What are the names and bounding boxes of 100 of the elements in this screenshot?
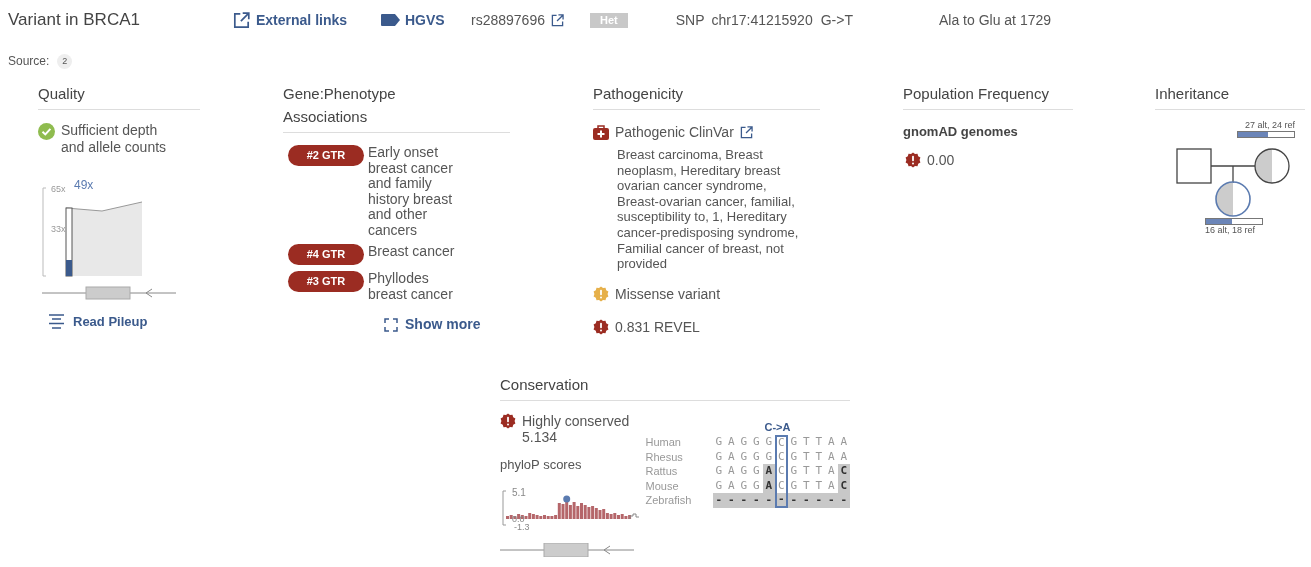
- source-count: 2: [57, 53, 73, 69]
- base-cell-text: G: [751, 435, 761, 450]
- base-cell: -: [712, 493, 725, 508]
- base-cell-text: G: [789, 435, 799, 450]
- alert-icon: [500, 413, 516, 429]
- external-link-icon[interactable]: [550, 13, 564, 27]
- species-label: Rattus: [645, 464, 679, 479]
- base-cell-text: G: [714, 478, 724, 493]
- base-cell-text: G: [739, 464, 749, 479]
- base-cell-text: T: [801, 478, 811, 493]
- base-cell-text: T: [801, 464, 811, 479]
- base-cell-text: G: [739, 435, 749, 450]
- section-heading: Inheritance: [1155, 84, 1231, 104]
- base-cell-text: G: [739, 449, 749, 464]
- base-cell-text: G: [714, 435, 724, 450]
- conservation-status: Highly conserved 5.134: [522, 413, 631, 445]
- source-label: Source:: [8, 53, 50, 70]
- base-cell: C: [837, 464, 850, 479]
- base-cell: -: [750, 493, 763, 508]
- tag-icon: [381, 14, 400, 26]
- frequency-value: 0.00: [927, 150, 955, 170]
- base-cell-text: A: [826, 464, 836, 479]
- axis-tick-label: 65x: [51, 183, 66, 196]
- base-cell-text: T: [814, 464, 824, 479]
- align-center-icon: [48, 314, 65, 330]
- protein-change-text: Ala to Glu at 1729: [938, 10, 1052, 30]
- base-cell-text: A: [726, 464, 736, 479]
- base-cell-text: G: [789, 449, 799, 464]
- base-cell-text: A: [726, 478, 736, 493]
- base-cell-text: T: [814, 435, 824, 450]
- base-cell-text: G: [739, 478, 749, 493]
- section-heading: Population Frequency: [903, 84, 1050, 104]
- allele-count: 27 alt, 24 ref: [1244, 120, 1295, 131]
- axis-tick-label: -1.3: [514, 522, 530, 532]
- base-cell: -: [725, 493, 738, 508]
- base-cell-text: G: [764, 435, 774, 450]
- base-cell-text: G: [764, 449, 774, 464]
- external-link-icon[interactable]: [739, 126, 753, 139]
- base-cell-text: G: [789, 478, 799, 493]
- base-cell-text: G: [751, 449, 761, 464]
- phenotype-text: Early onset breast cancer and family history breast and other cancers: [368, 145, 454, 238]
- gtr-badge[interactable]: #4 GTR: [288, 244, 364, 265]
- quality-status: Sufficient depth and allele counts: [61, 122, 168, 156]
- medical-kit-icon: [593, 125, 609, 140]
- base-cell-text: G: [751, 464, 761, 479]
- base-cell-text: A: [826, 478, 836, 493]
- phenotype-text: Breast cancer: [368, 244, 456, 260]
- base-cell-text: T: [801, 449, 811, 464]
- check-circle-icon: [38, 123, 55, 140]
- base-cell: -: [775, 493, 788, 508]
- base-cell-text: G: [714, 464, 724, 479]
- base-cell-text: G: [751, 478, 761, 493]
- base-cell-text: A: [839, 449, 849, 464]
- expand-icon: [384, 317, 398, 332]
- species-label: Zebrafish: [645, 493, 693, 508]
- base-cell-text: G: [714, 449, 724, 464]
- gtr-badge[interactable]: #2 GTR: [288, 145, 364, 166]
- base-cell-text: T: [801, 435, 811, 450]
- mutation-label: C->A: [764, 420, 791, 435]
- allele-count: 16 alt, 18 ref: [1205, 225, 1256, 236]
- pathogenicity-text: Missense variant: [615, 284, 721, 304]
- base-cell-text: A: [826, 449, 836, 464]
- base-cell: C: [775, 435, 788, 450]
- depth-value: 49x: [74, 177, 94, 194]
- base-cell: C: [775, 449, 788, 464]
- alert-icon: [905, 152, 921, 168]
- hgvs-link[interactable]: HGVS: [381, 9, 471, 31]
- base-cell: A: [762, 464, 775, 479]
- rsid-text: rs28897696: [471, 10, 545, 30]
- phylop-label: phyloP scores: [500, 456, 583, 474]
- base-cell-text: A: [726, 449, 736, 464]
- population-source: gnomAD genomes: [903, 123, 1019, 141]
- base-cell-text: T: [814, 478, 824, 493]
- section-heading: Gene:Phenotype Associations: [283, 84, 397, 127]
- axis-tick-label: 33x: [51, 223, 66, 236]
- species-label: Human: [645, 435, 682, 450]
- base-cell: -: [800, 493, 813, 508]
- species-label: Rhesus: [645, 449, 684, 465]
- base-cell-text: A: [839, 435, 849, 450]
- read-pileup-link[interactable]: Read Pileup: [48, 312, 200, 332]
- species-label: Mouse: [645, 478, 680, 494]
- base-cell: -: [825, 493, 838, 508]
- section-heading: Quality: [38, 84, 86, 104]
- axis-tick-label: 0.0: [512, 514, 525, 524]
- section-heading: Conservation: [500, 375, 590, 395]
- pathogenicity-text: 0.831 REVEL: [615, 317, 700, 337]
- base-cell-text: A: [726, 435, 736, 450]
- axis-tick-label: 5.1: [512, 485, 526, 500]
- external-links-link[interactable]: External links: [233, 9, 381, 31]
- phenotype-text: Phyllodes breast cancer: [368, 271, 454, 302]
- base-cell-text: T: [814, 449, 824, 464]
- conditions-text: Breast carcinoma, Breast neoplasm, Hereditary breast ovarian cancer syndrome, Breast-ovarian cancer, familial, susceptibility to, 1, Hereditary cancer-predisposing syndrome, Familial cancer of breast, not provided: [617, 147, 800, 272]
- section-heading: Pathogenicity: [593, 84, 685, 104]
- show-more-link[interactable]: Show more: [384, 314, 510, 335]
- external-link-icon: [233, 11, 250, 29]
- gtr-badge[interactable]: #3 GTR: [288, 271, 364, 292]
- base-cell-text: G: [789, 464, 799, 479]
- variant-type: SNP: [675, 10, 705, 30]
- position-text: chr17:41215920: [711, 10, 813, 30]
- page-title: Variant in BRCA1: [8, 9, 141, 32]
